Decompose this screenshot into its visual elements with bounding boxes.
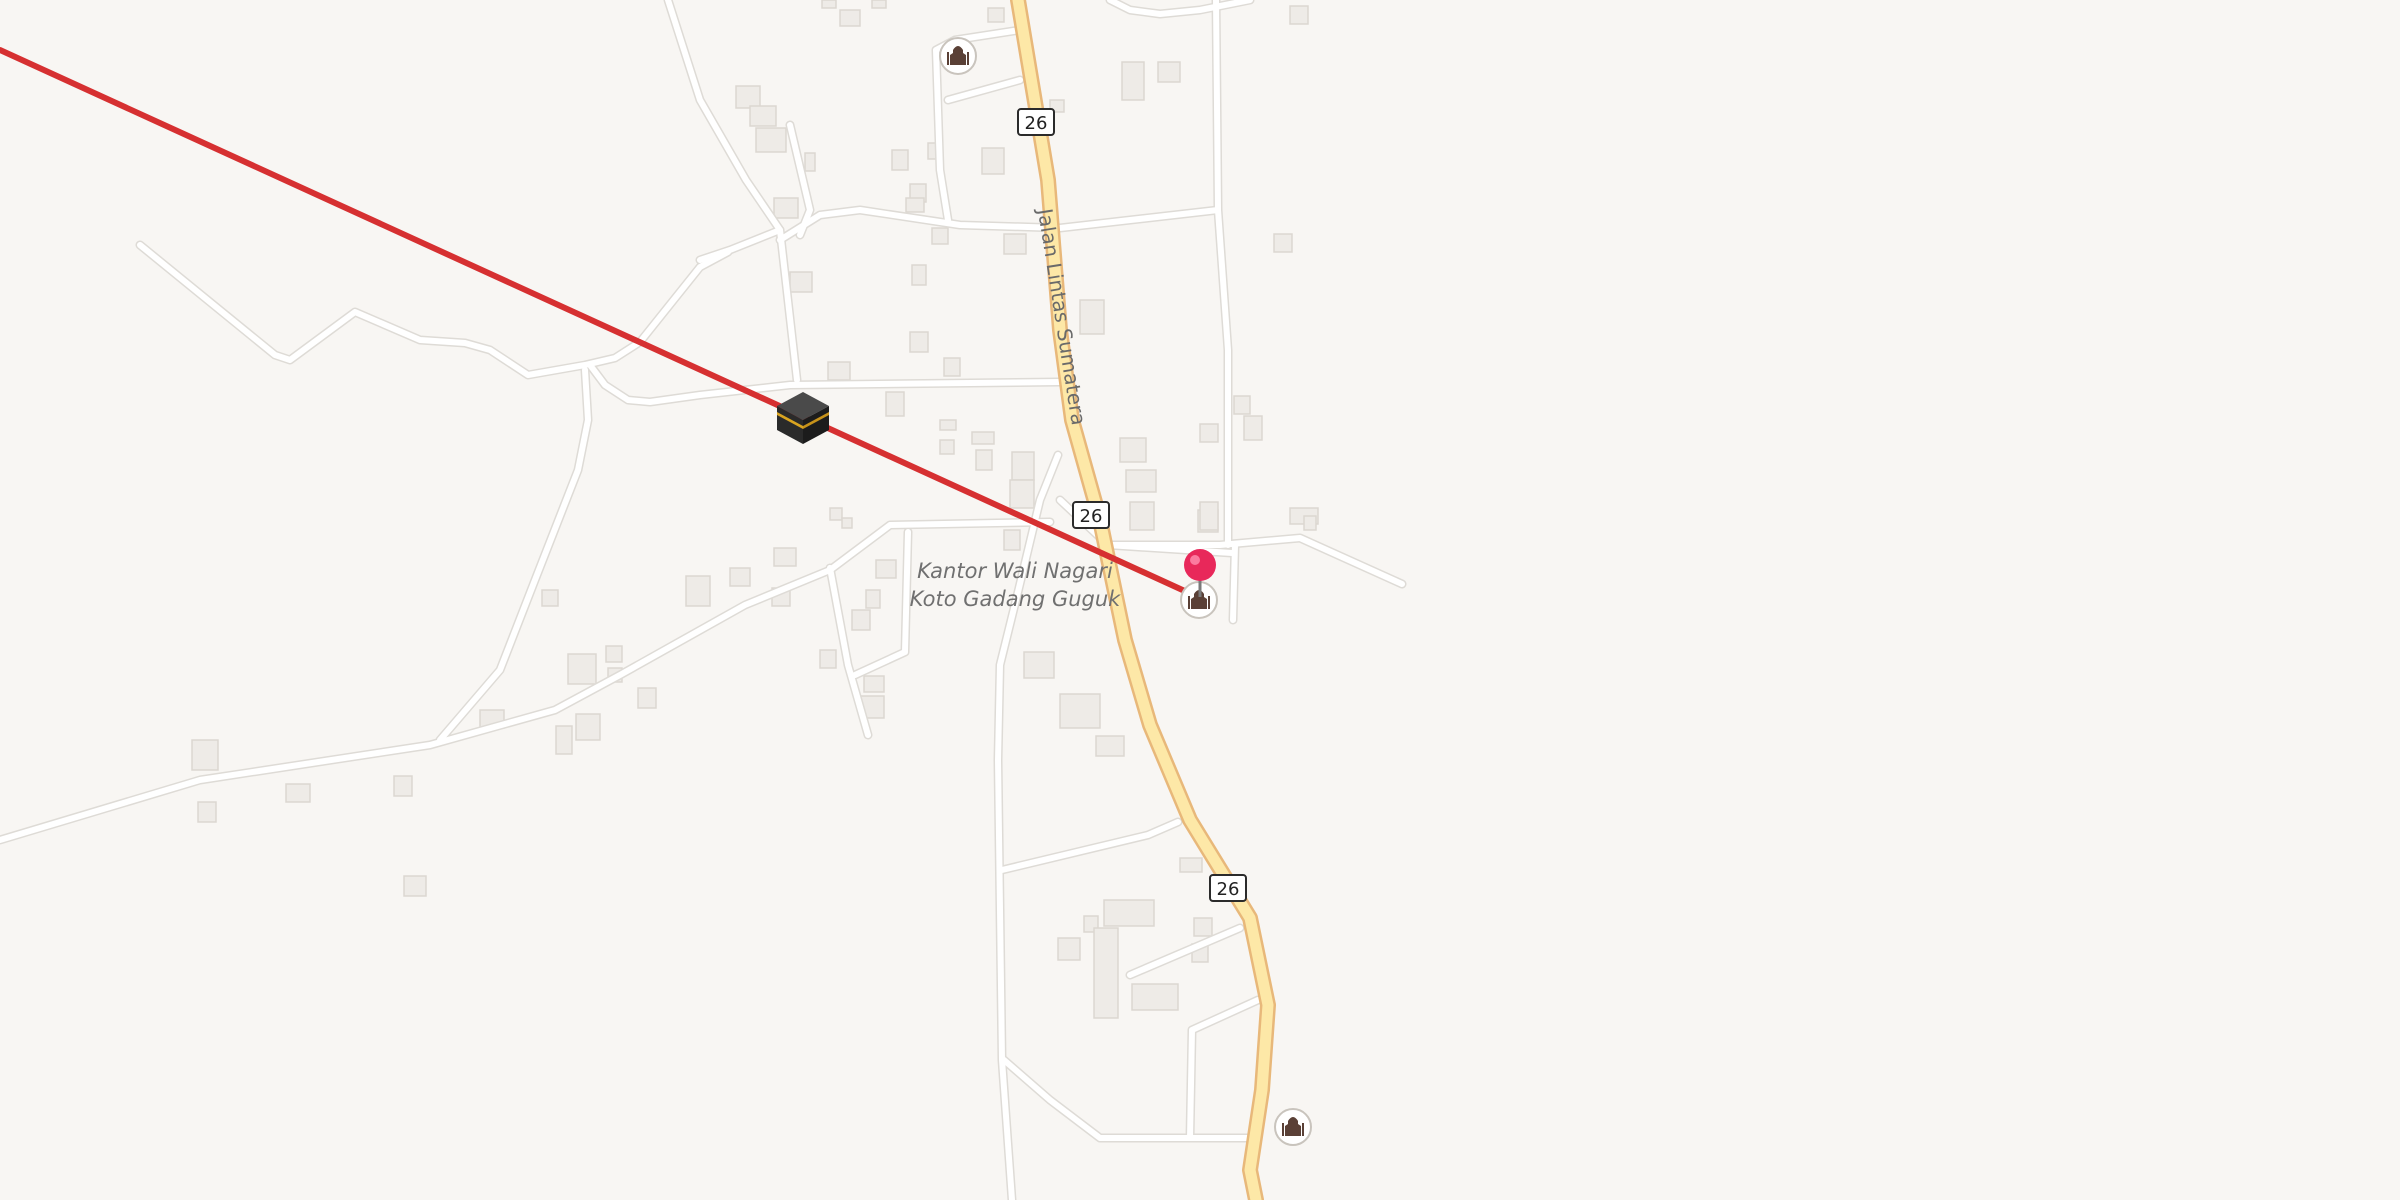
mosque-icon[interactable] (939, 37, 977, 75)
place-label-line2: Koto Gadang Guguk (910, 587, 1122, 611)
map-canvas[interactable]: Jalan Lintas Sumatera 26 26 26 Kantor Wa… (0, 0, 2400, 1200)
mosque-icon[interactable] (1274, 1108, 1312, 1146)
svg-text:26: 26 (1217, 879, 1240, 900)
svg-text:26: 26 (1080, 506, 1103, 527)
svg-text:26: 26 (1025, 113, 1048, 134)
place-label-line1: Kantor Wali Nagari (917, 559, 1113, 583)
route-shield: 26 (1072, 501, 1110, 529)
route-shield: 26 (1209, 874, 1247, 902)
route-shield: 26 (1017, 108, 1055, 136)
